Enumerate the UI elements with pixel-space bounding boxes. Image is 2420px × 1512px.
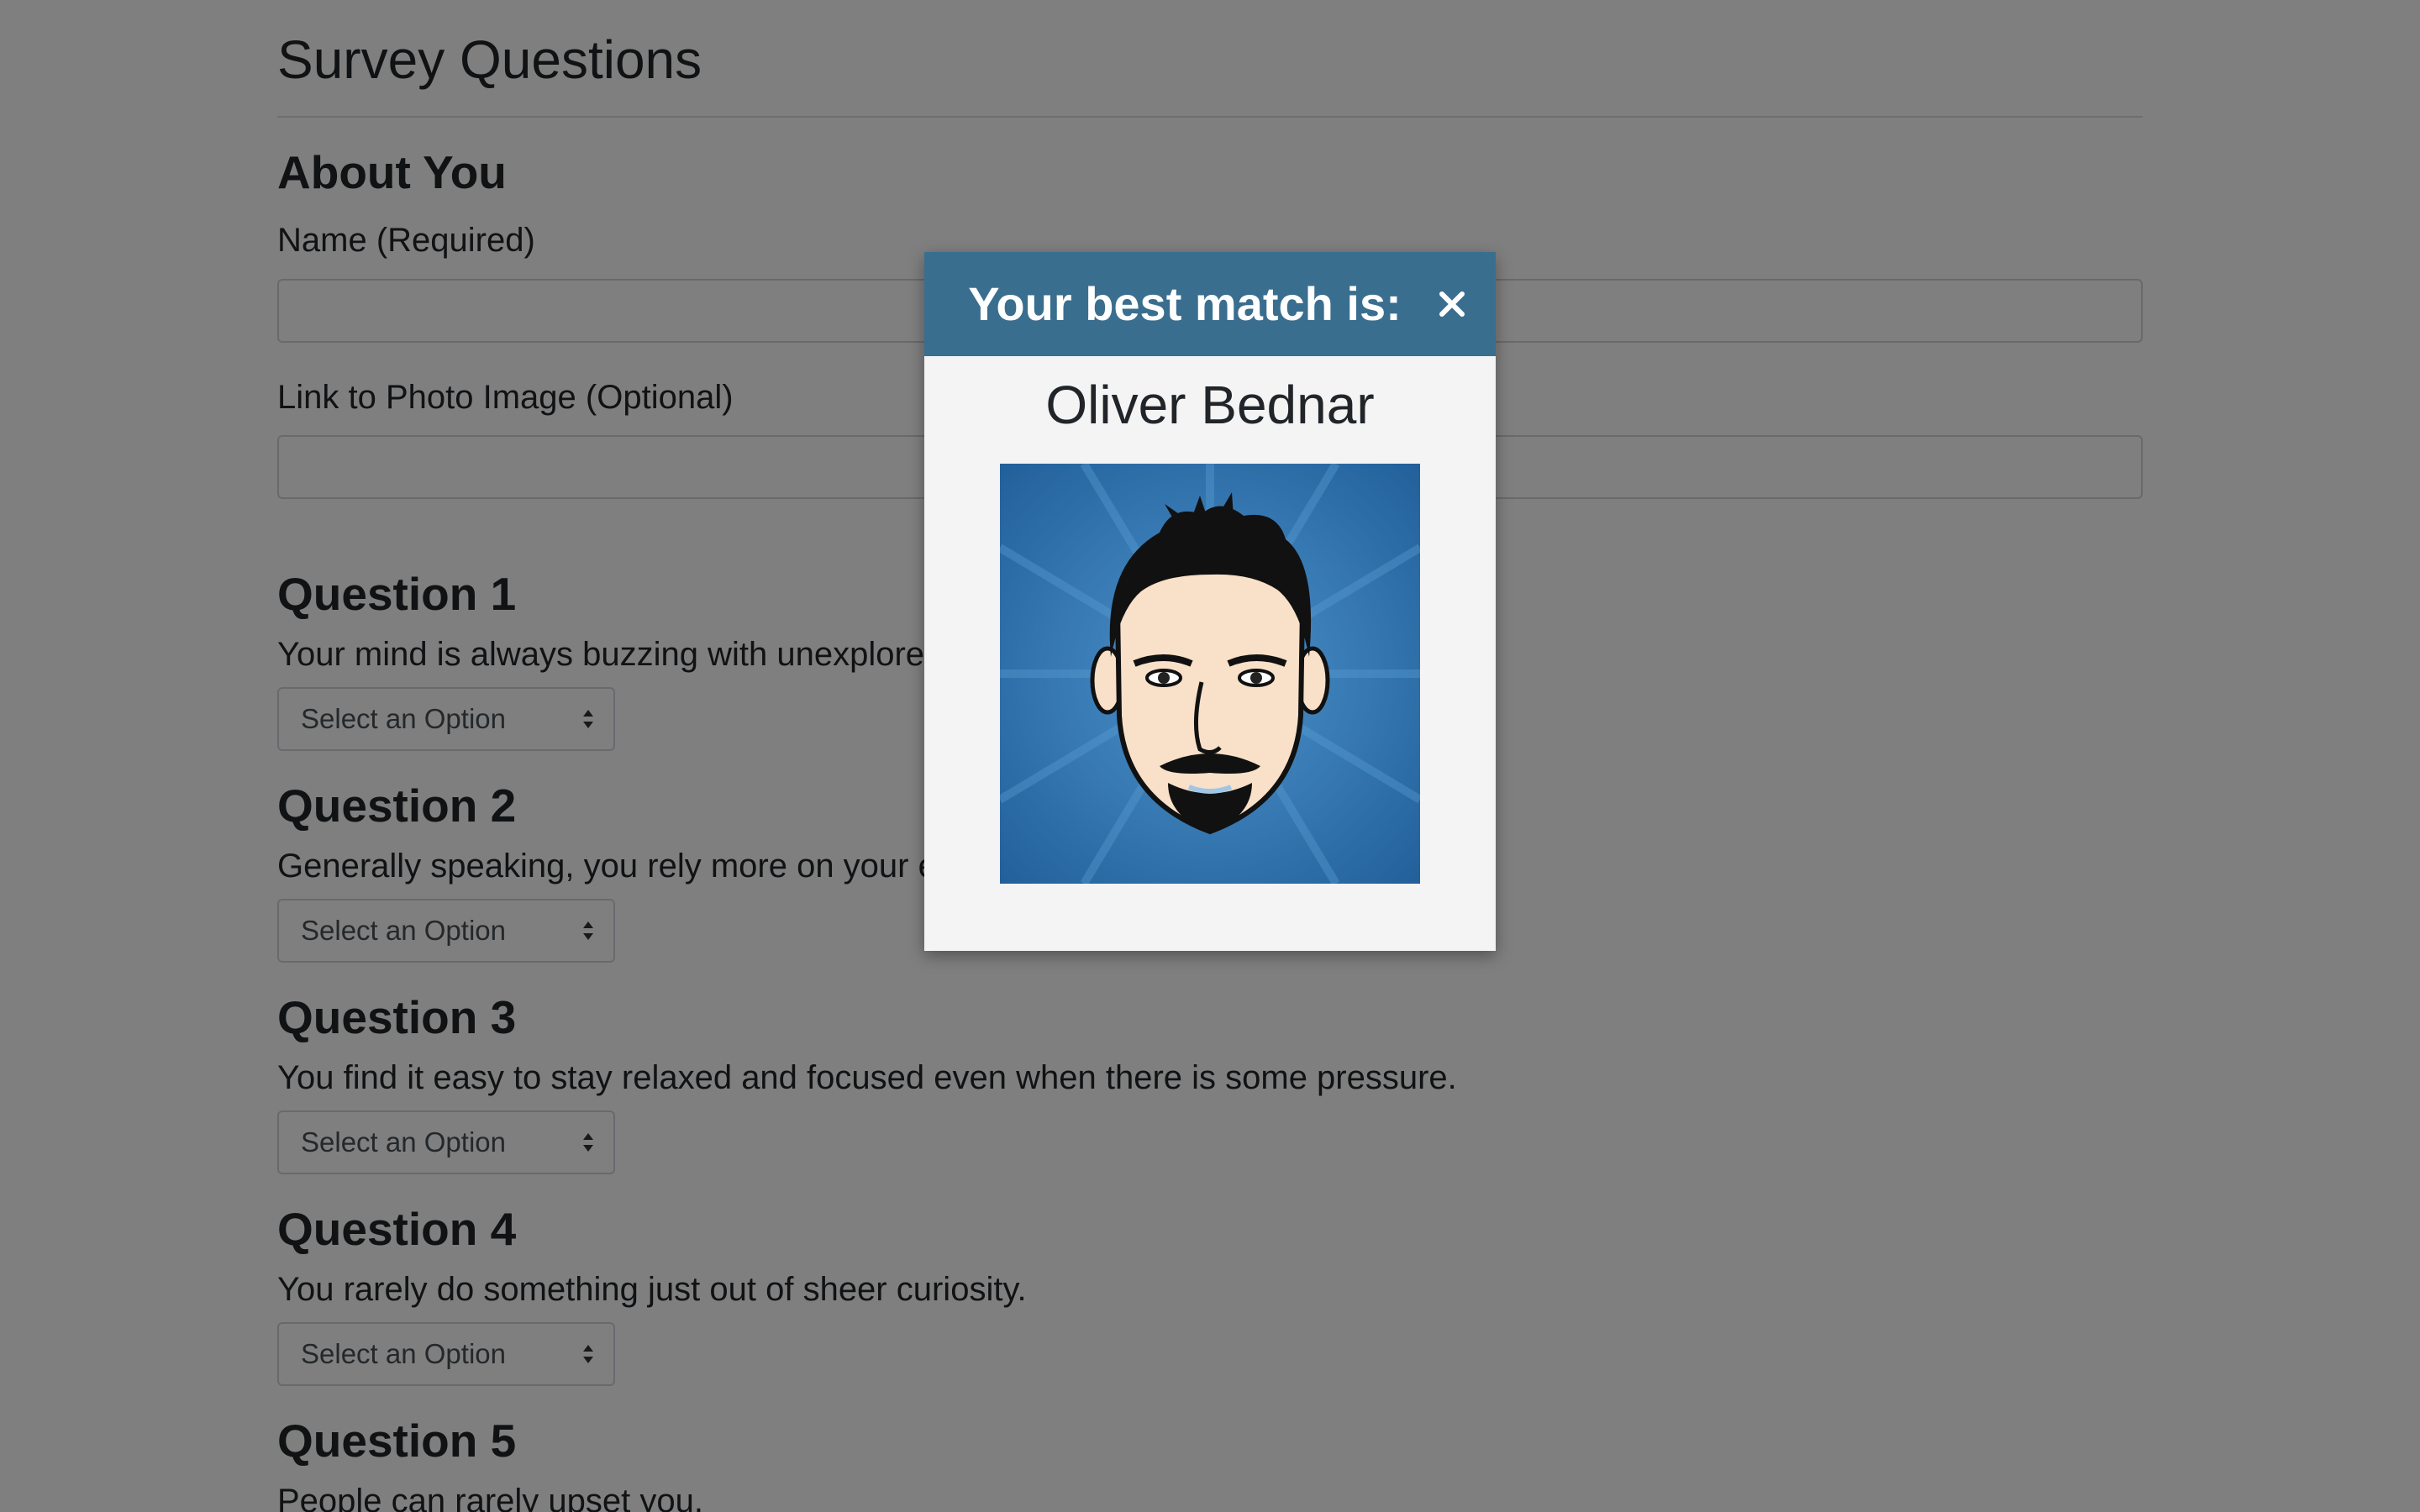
modal-header: Your best match is: [924, 252, 1496, 356]
match-photo [1000, 464, 1420, 884]
match-modal: Your best match is: Oliver Bednar [924, 252, 1496, 951]
survey-page: Survey Questions About You Name (Require… [0, 0, 2420, 1512]
close-icon[interactable] [1432, 284, 1472, 324]
match-name: Oliver Bednar [1045, 375, 1375, 435]
avatar-illustration [1000, 464, 1420, 884]
modal-title: Your best match is: [968, 277, 1402, 330]
